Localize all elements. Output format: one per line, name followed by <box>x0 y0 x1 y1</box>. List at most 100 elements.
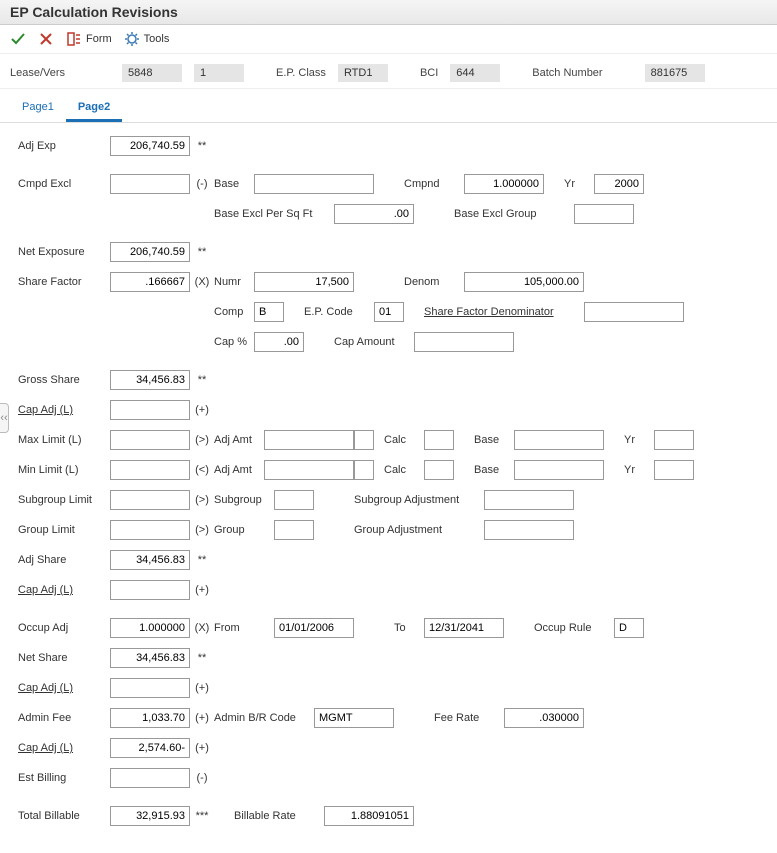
page-title: EP Calculation Revisions <box>0 0 777 25</box>
adj-exp-field <box>110 136 190 156</box>
cap-adj-1-label[interactable]: Cap Adj (L) <box>10 404 110 416</box>
cap-amt-label: Cap Amount <box>334 336 414 348</box>
adj-share-ind: ** <box>190 554 214 566</box>
occup-rule-field[interactable] <box>614 618 644 638</box>
to-label: To <box>394 622 424 634</box>
check-icon <box>10 31 26 47</box>
tab-page1[interactable]: Page1 <box>10 95 66 122</box>
max-base-field[interactable] <box>514 430 604 450</box>
net-share-label: Net Share <box>10 652 110 664</box>
max-adj-amt-label: Adj Amt <box>214 434 264 446</box>
from-field[interactable] <box>274 618 354 638</box>
group-adj-label: Group Adjustment <box>354 524 484 536</box>
admin-fee-field[interactable] <box>110 708 190 728</box>
max-adj-amt-field[interactable] <box>264 430 354 450</box>
admin-fee-label: Admin Fee <box>10 712 110 724</box>
fee-rate-field[interactable] <box>504 708 584 728</box>
x-icon <box>38 31 54 47</box>
subgroup-limit-ind: (>) <box>190 494 214 506</box>
admin-fee-ind: (+) <box>190 712 214 724</box>
cap-pct-label: Cap % <box>214 336 254 348</box>
base-excl-psf-label: Base Excl Per Sq Ft <box>214 208 334 220</box>
ep-class-field: RTD1 <box>338 64 388 82</box>
bci-label: BCI <box>420 67 438 79</box>
max-yr-field[interactable] <box>654 430 694 450</box>
min-limit-label: Min Limit (L) <box>10 464 110 476</box>
min-base-field[interactable] <box>514 460 604 480</box>
lease-field: 5848 <box>122 64 182 82</box>
admin-br-code-field[interactable] <box>314 708 394 728</box>
form-menu[interactable]: Form <box>66 31 112 47</box>
min-calc-label: Calc <box>384 464 424 476</box>
base-excl-group-label: Base Excl Group <box>454 208 574 220</box>
max-yr-label: Yr <box>624 434 654 446</box>
min-base-label: Base <box>474 464 514 476</box>
tools-menu-label: Tools <box>144 33 170 45</box>
group-field[interactable] <box>274 520 314 540</box>
denom-field[interactable] <box>464 272 584 292</box>
adj-share-label: Adj Share <box>10 554 110 566</box>
min-adj-amt-field[interactable] <box>264 460 354 480</box>
base-label: Base <box>214 178 254 190</box>
base-excl-psf-field[interactable] <box>334 204 414 224</box>
est-billing-field[interactable] <box>110 768 190 788</box>
cap-adj-2-ind: (+) <box>190 584 214 596</box>
max-calc-field[interactable] <box>424 430 454 450</box>
share-factor-ind: (X) <box>190 276 214 288</box>
group-limit-ind: (>) <box>190 524 214 536</box>
adj-exp-label: Adj Exp <box>10 140 110 152</box>
share-factor-denom-link[interactable]: Share Factor Denominator <box>424 306 554 318</box>
total-billable-label: Total Billable <box>10 810 110 822</box>
subgroup-field[interactable] <box>274 490 314 510</box>
max-calc-label: Calc <box>384 434 424 446</box>
max-limit-field[interactable] <box>110 430 190 450</box>
cap-adj-4-field <box>110 738 190 758</box>
epcode-label: E.P. Code <box>304 306 374 318</box>
subgroup-limit-field[interactable] <box>110 490 190 510</box>
max-base-label: Base <box>474 434 514 446</box>
cap-adj-4-label[interactable]: Cap Adj (L) <box>10 742 110 754</box>
cap-adj-4-ind: (+) <box>190 742 214 754</box>
ok-button[interactable] <box>10 31 26 47</box>
form-body: ‹‹ Adj Exp ** Cmpd Excl (-) Base Cmpnd Y… <box>0 122 777 853</box>
cap-adj-1-field <box>110 400 190 420</box>
net-share-field <box>110 648 190 668</box>
comp-field <box>254 302 284 322</box>
gear-icon <box>124 31 140 47</box>
cancel-button[interactable] <box>38 31 54 47</box>
group-limit-label: Group Limit <box>10 524 110 536</box>
group-limit-field[interactable] <box>110 520 190 540</box>
from-label: From <box>214 622 254 634</box>
billable-rate-label: Billable Rate <box>234 810 324 822</box>
tab-page2[interactable]: Page2 <box>66 95 122 122</box>
min-limit-field[interactable] <box>110 460 190 480</box>
cmpd-yr-field[interactable] <box>594 174 644 194</box>
epcode-field <box>374 302 404 322</box>
collapse-handle[interactable]: ‹‹ <box>0 403 9 433</box>
occup-adj-ind: (X) <box>190 622 214 634</box>
min-yr-field[interactable] <box>654 460 694 480</box>
lease-vers-label: Lease/Vers <box>10 67 110 79</box>
base-field <box>254 174 374 194</box>
net-exposure-label: Net Exposure <box>10 246 110 258</box>
cap-adj-3-field <box>110 678 190 698</box>
net-exposure-field <box>110 242 190 262</box>
net-share-ind: ** <box>190 652 214 664</box>
cmpd-excl-field[interactable] <box>110 174 190 194</box>
min-calc-field[interactable] <box>424 460 454 480</box>
batch-label: Batch Number <box>532 67 602 79</box>
cap-adj-3-label[interactable]: Cap Adj (L) <box>10 682 110 694</box>
subgroup-adj-field <box>484 490 574 510</box>
share-factor-label: Share Factor <box>10 276 110 288</box>
share-factor-denom-field <box>584 302 684 322</box>
numr-label: Numr <box>214 276 254 288</box>
cap-adj-2-label[interactable]: Cap Adj (L) <box>10 584 110 596</box>
numr-field[interactable] <box>254 272 354 292</box>
billable-rate-field <box>324 806 414 826</box>
share-factor-field[interactable] <box>110 272 190 292</box>
occup-adj-field[interactable] <box>110 618 190 638</box>
cap-pct-field <box>254 332 304 352</box>
tools-menu[interactable]: Tools <box>124 31 170 47</box>
to-field[interactable] <box>424 618 504 638</box>
cmpnd-field[interactable] <box>464 174 544 194</box>
